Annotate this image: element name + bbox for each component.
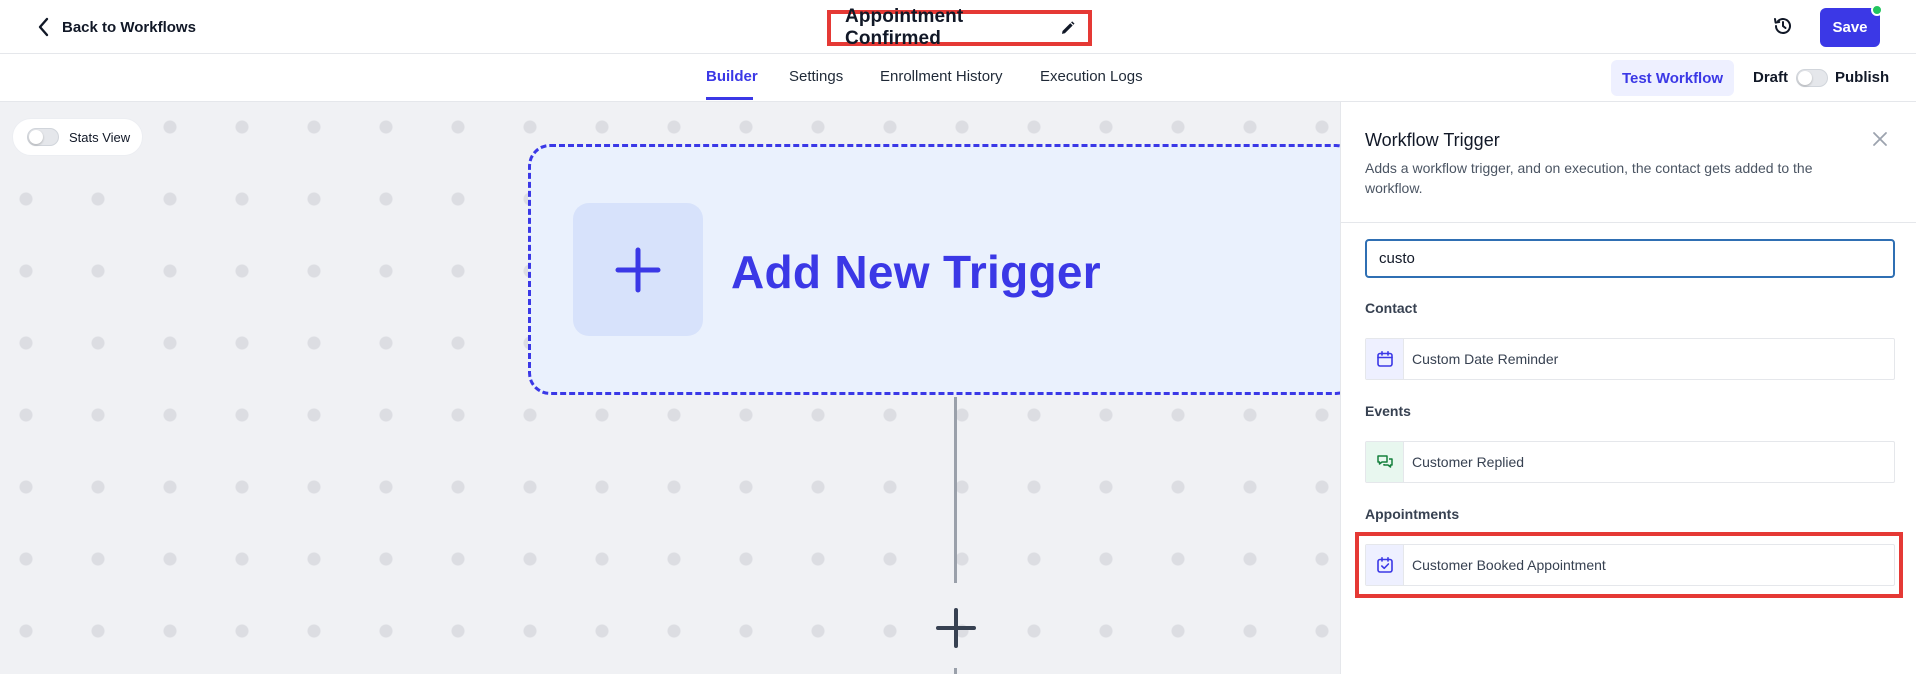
chat-icon <box>1376 455 1393 468</box>
option-icon-box <box>1366 442 1404 482</box>
plus-icon <box>615 247 661 292</box>
connector-line-bottom <box>954 668 957 674</box>
calendar-icon <box>1376 351 1393 367</box>
active-tab-indicator <box>706 97 753 100</box>
history-icon[interactable] <box>1771 14 1795 38</box>
option-label: Customer Replied <box>1412 454 1525 470</box>
add-step-plus-icon[interactable] <box>934 606 978 650</box>
panel-divider <box>1341 222 1916 223</box>
stats-view-label: Stats View <box>69 129 131 145</box>
draft-label: Draft <box>1753 69 1789 86</box>
publish-toggle[interactable] <box>1796 69 1828 87</box>
connector-line <box>954 397 957 583</box>
publish-label: Publish <box>1835 69 1890 86</box>
option-icon-box <box>1366 545 1404 585</box>
trigger-option-customer-booked-appointment[interactable]: Customer Booked Appointment <box>1365 544 1895 586</box>
stats-view-control: Stats View <box>12 118 143 156</box>
panel-title: Workflow Trigger <box>1365 130 1500 150</box>
trigger-option-customer-replied[interactable]: Customer Replied <box>1365 441 1895 483</box>
workflow-trigger-panel: Workflow Trigger Adds a workflow trigger… <box>1340 102 1916 674</box>
option-label: Custom Date Reminder <box>1412 351 1559 367</box>
section-label-events: Events <box>1365 403 1411 419</box>
tabs-bar: Builder Settings Enrollment History Exec… <box>0 54 1916 102</box>
tab-execution-logs[interactable]: Execution Logs <box>1040 68 1143 85</box>
option-icon-box <box>1366 339 1404 379</box>
back-to-workflows-link[interactable]: Back to Workflows <box>36 16 196 38</box>
tab-enrollment-history[interactable]: Enrollment History <box>880 68 1003 85</box>
panel-description: Adds a workflow trigger, and on executio… <box>1365 160 1813 196</box>
tab-builder[interactable]: Builder <box>706 68 758 85</box>
trigger-search-input[interactable] <box>1365 239 1895 278</box>
stats-view-toggle[interactable] <box>27 128 59 146</box>
chevron-left-icon <box>38 17 49 37</box>
tab-settings[interactable]: Settings <box>789 68 843 85</box>
back-label: Back to Workflows <box>62 18 196 36</box>
add-new-trigger-label[interactable]: Add New Trigger <box>731 245 1101 299</box>
top-bar: Back to Workflows Appointment Confirmed … <box>0 0 1916 54</box>
option-label: Customer Booked Appointment <box>1412 557 1606 573</box>
section-label-appointments: Appointments <box>1365 506 1460 522</box>
add-trigger-plus-box[interactable] <box>573 203 703 336</box>
workflow-title: Appointment Confirmed <box>845 6 964 49</box>
workflow-title-editor[interactable]: Appointment Confirmed <box>827 6 1092 49</box>
save-button[interactable]: Save <box>1820 8 1880 47</box>
status-dot <box>1871 4 1883 16</box>
close-icon[interactable] <box>1871 130 1889 148</box>
test-workflow-button[interactable]: Test Workflow <box>1611 60 1734 96</box>
pencil-icon[interactable] <box>1060 20 1076 36</box>
section-label-contact: Contact <box>1365 300 1418 316</box>
calendar-check-icon <box>1376 557 1393 573</box>
trigger-option-custom-date-reminder[interactable]: Custom Date Reminder <box>1365 338 1895 380</box>
